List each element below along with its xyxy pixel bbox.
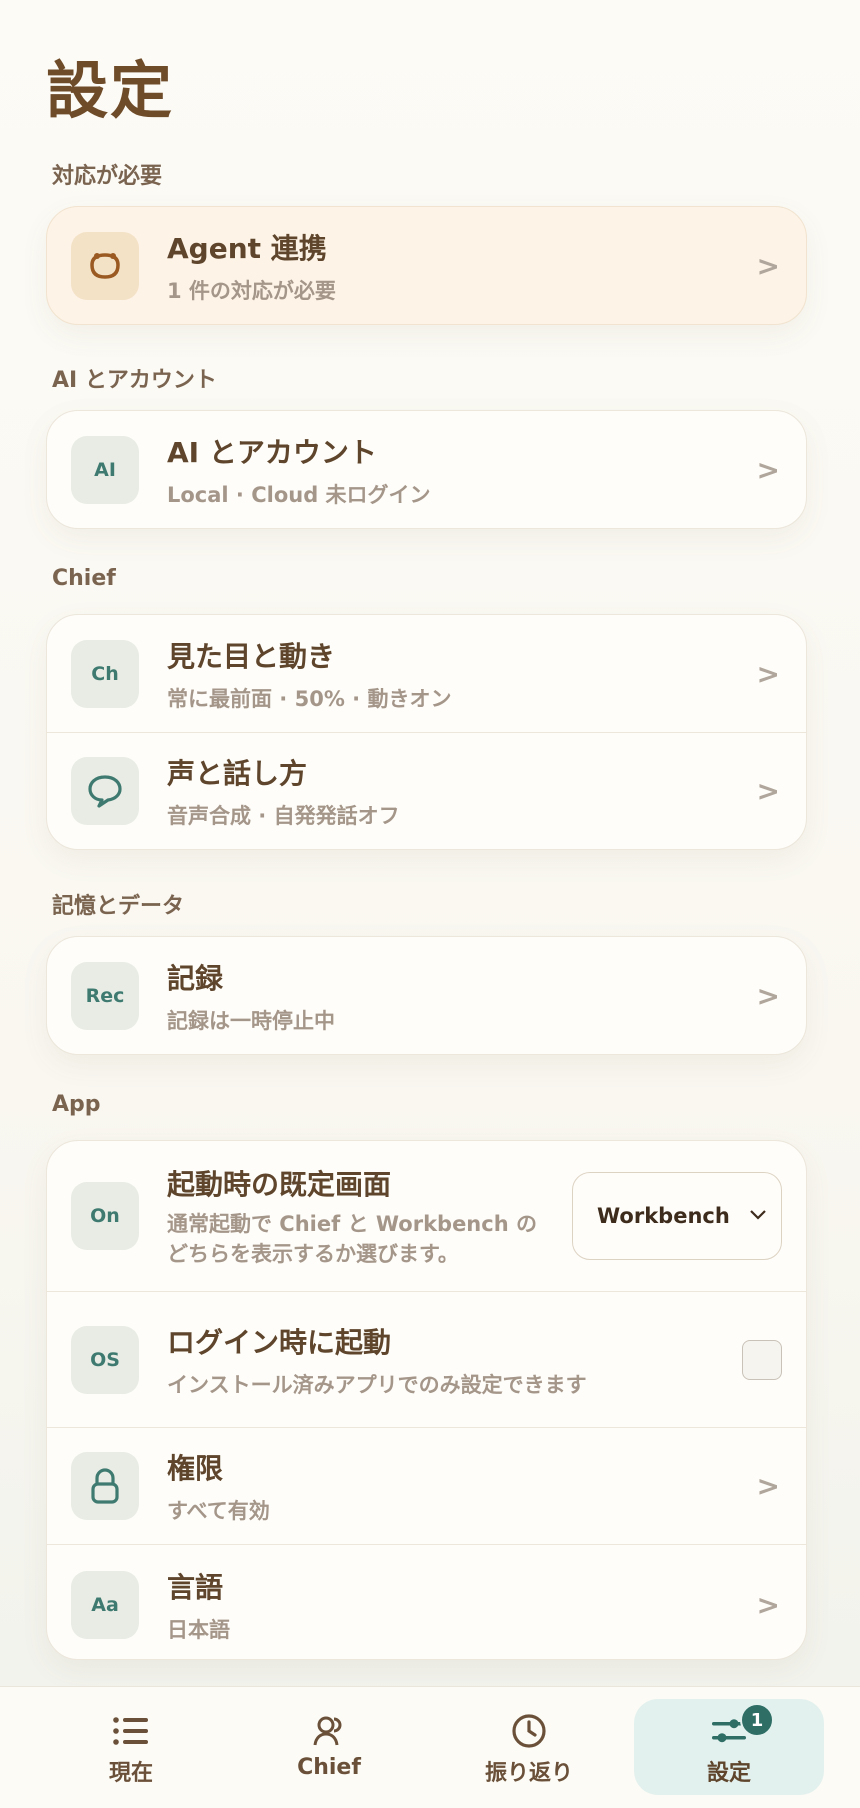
row-subtitle: 常に最前面 · 50% · 動きオン bbox=[167, 686, 452, 711]
people-icon bbox=[313, 1716, 342, 1746]
row-subtitle: 通常起動で Chief と Workbench のどちらを表示するか選びます。 bbox=[167, 1212, 537, 1266]
os-icon: OS bbox=[71, 1325, 139, 1394]
section-label-chief: Chief bbox=[52, 566, 116, 591]
row-title: 声と話し方 bbox=[167, 757, 308, 790]
speech-bubble-icon bbox=[71, 757, 139, 825]
row-title: 権限 bbox=[167, 1452, 224, 1485]
tab-chief[interactable]: Chief bbox=[234, 1699, 424, 1795]
row-subtitle: インストール済みアプリでのみ設定できます bbox=[167, 1372, 587, 1397]
section-label-ai-account: AI とアカウント bbox=[52, 368, 217, 393]
rec-icon: Rec bbox=[71, 961, 139, 1030]
row-title: Agent 連携 bbox=[167, 231, 327, 265]
card-memory: Rec 記録 記録は一時停止中 > bbox=[46, 936, 807, 1055]
launch-at-login-checkbox[interactable] bbox=[742, 1339, 782, 1380]
row-title: 言語 bbox=[167, 1570, 224, 1604]
section-label-needs-action: 対応が必要 bbox=[52, 164, 163, 189]
row-title: 見た目と動き bbox=[167, 639, 336, 673]
row-agent-integration[interactable]: Agent 連携 1 件の対応が必要 > bbox=[47, 207, 806, 324]
tab-current[interactable]: 現在 bbox=[36, 1699, 226, 1795]
tab-review[interactable]: 振り返り bbox=[434, 1699, 624, 1795]
chevron-down-icon bbox=[750, 1210, 766, 1220]
chevron-right-icon: > bbox=[756, 1588, 780, 1621]
card-ai-account: AI AI とアカウント Local · Cloud 未ログイン > bbox=[46, 410, 807, 529]
on-icon: On bbox=[71, 1182, 139, 1250]
ai-icon: AI bbox=[71, 435, 139, 504]
notification-badge: 1 bbox=[740, 1703, 774, 1737]
agent-icon bbox=[71, 231, 139, 300]
row-subtitle: 1 件の対応が必要 bbox=[167, 278, 336, 303]
chevron-right-icon: > bbox=[756, 979, 780, 1012]
row-title: 記録 bbox=[167, 961, 224, 995]
chevron-right-icon: > bbox=[756, 249, 780, 282]
row-subtitle: Local · Cloud 未ログイン bbox=[167, 482, 431, 507]
page-title: 設定 bbox=[46, 54, 175, 127]
section-label-app: App bbox=[52, 1092, 101, 1117]
lock-icon bbox=[71, 1452, 139, 1520]
row-title: ログイン時に起動 bbox=[167, 1325, 392, 1359]
row-ai-account[interactable]: AI AI とアカウント Local · Cloud 未ログイン > bbox=[47, 411, 806, 528]
row-subtitle: 音声合成 · 自発発話オフ bbox=[167, 804, 400, 828]
tab-label: Chief bbox=[297, 1755, 361, 1780]
card-needs-action: Agent 連携 1 件の対応が必要 > bbox=[46, 206, 807, 325]
row-subtitle: 日本語 bbox=[167, 1617, 230, 1642]
row-recording[interactable]: Rec 記録 記録は一時停止中 > bbox=[47, 937, 806, 1054]
card-chief: Ch 見た目と動き 常に最前面 · 50% · 動きオン > 声と話し方 音声合… bbox=[46, 614, 807, 850]
default-screen-select[interactable]: Workbench bbox=[572, 1172, 782, 1260]
chevron-right-icon: > bbox=[756, 453, 780, 486]
row-subtitle: 記録は一時停止中 bbox=[167, 1008, 335, 1033]
chevron-right-icon: > bbox=[756, 657, 780, 690]
bottom-tab-bar: 現在 Chief 振り返り 1 設定 bbox=[0, 1686, 860, 1808]
language-icon: Aa bbox=[71, 1570, 139, 1639]
row-appearance-motion[interactable]: Ch 見た目と動き 常に最前面 · 50% · 動きオン > bbox=[47, 615, 806, 732]
chevron-right-icon: > bbox=[756, 774, 780, 808]
row-voice-speech[interactable]: 声と話し方 音声合成 · 自発発話オフ > bbox=[47, 732, 806, 849]
tab-label: 振り返り bbox=[484, 1761, 573, 1786]
row-title: AI とアカウント bbox=[167, 435, 377, 469]
section-label-memory: 記憶とデータ bbox=[52, 894, 185, 919]
tab-label: 現在 bbox=[108, 1761, 153, 1786]
list-icon bbox=[113, 1717, 148, 1745]
select-value: Workbench bbox=[597, 1204, 730, 1228]
chevron-right-icon: > bbox=[756, 1469, 780, 1503]
tab-label: 設定 bbox=[706, 1761, 751, 1786]
row-subtitle: すべて有効 bbox=[167, 1499, 270, 1523]
tab-settings[interactable]: 1 設定 bbox=[634, 1699, 824, 1795]
row-title: 起動時の既定画面 bbox=[167, 1168, 392, 1201]
row-default-screen: On 起動時の既定画面 通常起動で Chief と Workbench のどちら… bbox=[47, 1141, 806, 1291]
row-permissions[interactable]: 権限 すべて有効 > bbox=[47, 1427, 806, 1544]
clock-icon bbox=[512, 1714, 546, 1748]
card-app: On 起動時の既定画面 通常起動で Chief と Workbench のどちら… bbox=[46, 1140, 807, 1660]
row-language[interactable]: Aa 言語 日本語 > bbox=[47, 1544, 806, 1659]
chief-icon: Ch bbox=[71, 639, 139, 708]
row-launch-at-login: OS ログイン時に起動 インストール済みアプリでのみ設定できます bbox=[47, 1291, 806, 1427]
